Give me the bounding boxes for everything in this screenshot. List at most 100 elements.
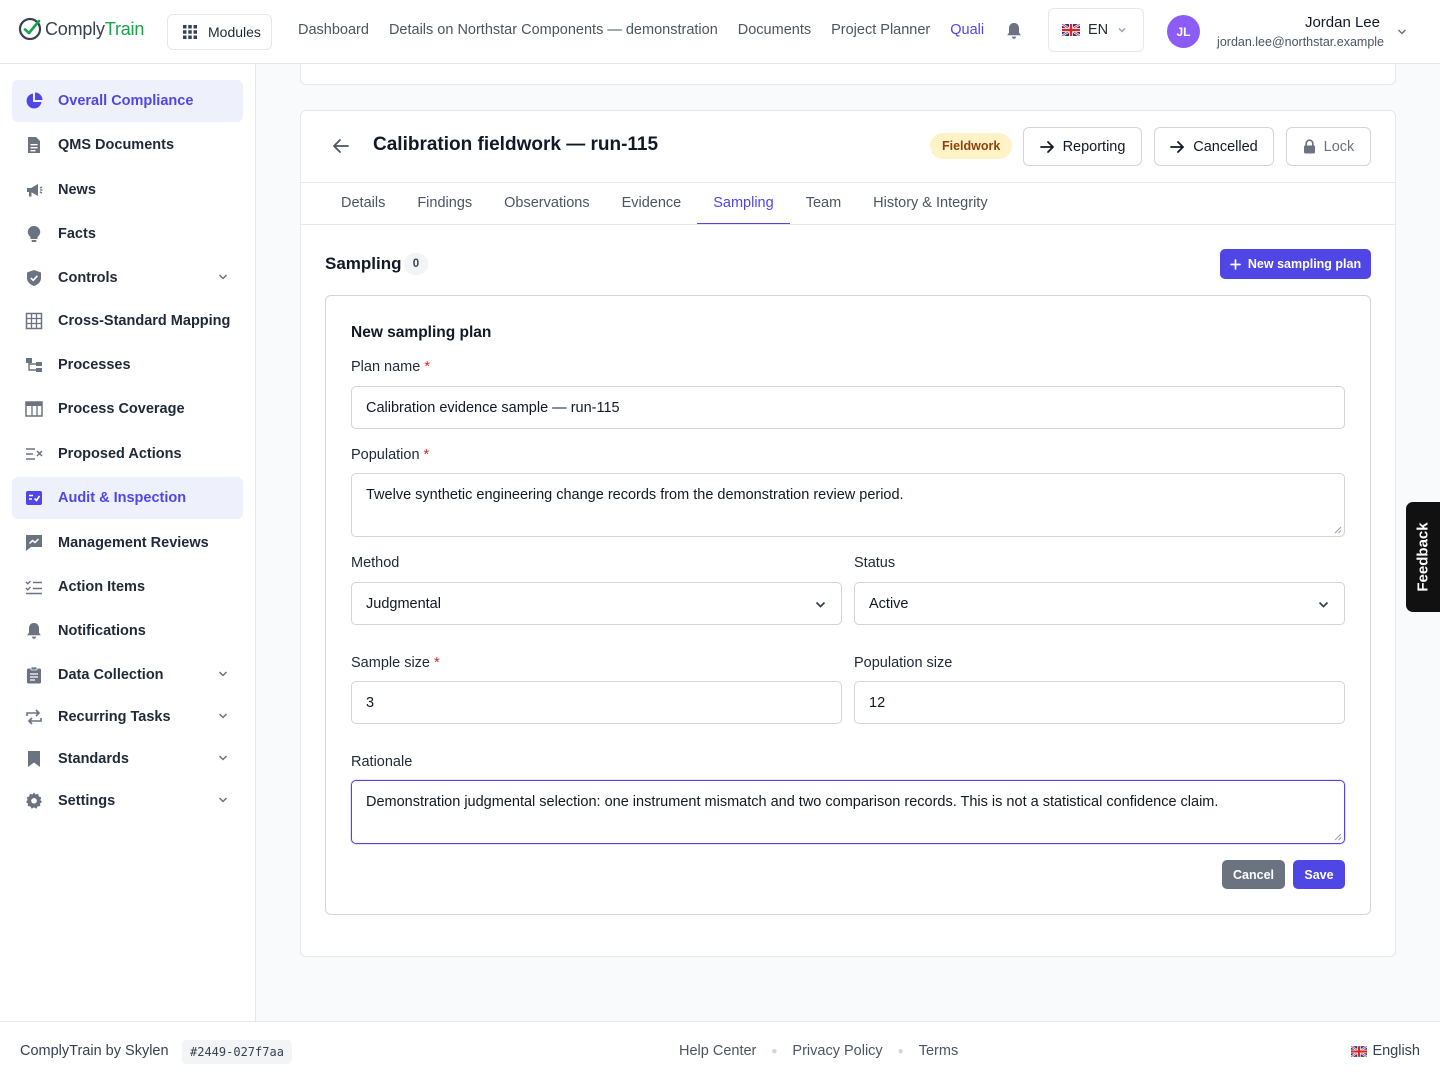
shield-check-icon bbox=[24, 268, 44, 288]
tab-details[interactable]: Details bbox=[325, 183, 401, 225]
lock-label: Lock bbox=[1323, 138, 1355, 155]
sidebar-item-audit-inspection[interactable]: Audit & Inspection bbox=[12, 477, 243, 519]
logo-text: ComplyTrain bbox=[45, 18, 145, 39]
tab-history-integrity[interactable]: History & Integrity bbox=[857, 183, 1003, 225]
sidebar-item-data-collection[interactable]: Data Collection bbox=[12, 654, 243, 696]
gear-icon bbox=[24, 791, 44, 811]
separator-dot: ● bbox=[771, 1045, 778, 1057]
feedback-tab[interactable]: Feedback bbox=[1406, 502, 1440, 612]
resize-grip-icon[interactable] bbox=[1333, 525, 1342, 534]
plan-name-input[interactable]: Calibration evidence sample — run-115 bbox=[351, 386, 1345, 429]
uk-flag-icon bbox=[1062, 24, 1080, 36]
feedback-label: Feedback bbox=[1414, 522, 1432, 592]
nav-link-documents[interactable]: Documents bbox=[738, 22, 811, 38]
sidebar-item-controls[interactable]: Controls bbox=[12, 257, 243, 299]
method-select[interactable]: Judgmental bbox=[351, 582, 842, 625]
grid-icon bbox=[24, 311, 44, 331]
user-name[interactable]: Jordan Lee bbox=[1305, 14, 1380, 31]
avatar[interactable]: JL bbox=[1167, 15, 1200, 48]
lock-button[interactable]: Lock bbox=[1286, 127, 1371, 166]
cancel-button[interactable]: Cancel bbox=[1222, 860, 1285, 889]
sidebar-item-label: Process Coverage bbox=[58, 401, 185, 417]
user-menu-chevron-icon[interactable] bbox=[1396, 26, 1408, 38]
save-button[interactable]: Save bbox=[1293, 860, 1345, 889]
footer-link-help-center[interactable]: Help Center bbox=[679, 1043, 756, 1059]
sidebar-item-label: Data Collection bbox=[58, 667, 164, 683]
tab-observations[interactable]: Observations bbox=[488, 183, 605, 225]
sidebar-item-label: Cross-Standard Mapping bbox=[58, 313, 231, 329]
sidebar-item-standards[interactable]: Standards bbox=[12, 738, 243, 780]
population-textarea[interactable]: Twelve synthetic engineering change reco… bbox=[351, 473, 1345, 537]
footer-links: Help Center ● Privacy Policy ● Terms bbox=[679, 1043, 958, 1059]
sidebar-item-news[interactable]: News bbox=[12, 169, 243, 211]
sidebar-item-settings[interactable]: Settings bbox=[12, 780, 243, 822]
status-select[interactable]: Active bbox=[854, 582, 1345, 625]
tab-bar: Details Findings Observations Evidence S… bbox=[325, 183, 1004, 225]
move-to-cancelled-button[interactable]: Cancelled bbox=[1154, 127, 1274, 166]
sidebar-item-label: Processes bbox=[58, 357, 131, 373]
rationale-textarea[interactable]: Demonstration judgmental selection: one … bbox=[351, 780, 1345, 844]
method-value: Judgmental bbox=[366, 595, 441, 612]
logo[interactable]: ComplyTrain bbox=[18, 17, 144, 41]
rationale-value: Demonstration judgmental selection: one … bbox=[366, 794, 1219, 810]
tab-team[interactable]: Team bbox=[790, 183, 857, 225]
nav-link-quali[interactable]: Quali bbox=[950, 22, 984, 38]
chevron-down-icon bbox=[218, 797, 228, 803]
status-value: Active bbox=[869, 595, 909, 612]
sidebar-item-qms-documents[interactable]: QMS Documents bbox=[12, 124, 243, 166]
chevron-down-icon bbox=[218, 755, 228, 761]
population-size-value: 12 bbox=[869, 694, 886, 711]
sidebar-item-processes[interactable]: Processes bbox=[12, 344, 243, 386]
language-selector[interactable]: EN bbox=[1048, 8, 1144, 52]
population-size-label: Population size bbox=[854, 655, 953, 671]
tab-evidence[interactable]: Evidence bbox=[606, 183, 698, 225]
nav-link-dashboard[interactable]: Dashboard bbox=[298, 22, 369, 38]
reporting-label: Reporting bbox=[1062, 138, 1126, 155]
sidebar-item-action-items[interactable]: Action Items bbox=[12, 566, 243, 608]
uk-flag-icon bbox=[1351, 1045, 1368, 1057]
sidebar-item-label: QMS Documents bbox=[58, 137, 175, 153]
sample-size-input[interactable]: 3 bbox=[351, 681, 842, 724]
pie-chart-icon bbox=[24, 91, 44, 111]
tabs-divider bbox=[301, 224, 1395, 225]
tab-sampling[interactable]: Sampling bbox=[697, 183, 790, 225]
lock-icon bbox=[1303, 139, 1315, 154]
sidebar-item-cross-standard-mapping[interactable]: Cross-Standard Mapping bbox=[12, 300, 243, 342]
new-sampling-plan-label: New sampling plan bbox=[1247, 257, 1362, 271]
cancelled-label: Cancelled bbox=[1193, 138, 1258, 155]
footer-language-label: English bbox=[1372, 1043, 1420, 1059]
sidebar-item-process-coverage[interactable]: Process Coverage bbox=[12, 388, 243, 430]
footer-link-terms[interactable]: Terms bbox=[919, 1043, 958, 1059]
sidebar-item-proposed-actions[interactable]: Proposed Actions bbox=[12, 433, 243, 475]
bell-icon bbox=[24, 621, 44, 641]
move-to-reporting-button[interactable]: Reporting bbox=[1023, 127, 1142, 166]
sidebar: Overall Compliance QMS Documents News Fa… bbox=[0, 64, 256, 1021]
checklist-icon bbox=[24, 577, 44, 597]
audit-check-icon bbox=[24, 488, 44, 508]
status-badge: Fieldwork bbox=[930, 133, 1013, 159]
modules-button[interactable]: Modules bbox=[167, 14, 272, 50]
sidebar-item-facts[interactable]: Facts bbox=[12, 213, 243, 255]
nav-link-project-planner[interactable]: Project Planner bbox=[831, 22, 930, 38]
tab-findings[interactable]: Findings bbox=[401, 183, 488, 225]
sidebar-item-label: Facts bbox=[58, 226, 96, 242]
sidebar-item-overall-compliance[interactable]: Overall Compliance bbox=[12, 80, 243, 122]
previous-card-edge bbox=[300, 64, 1396, 85]
sidebar-item-notifications[interactable]: Notifications bbox=[12, 610, 243, 652]
nav-link-details[interactable]: Details on Northstar Components — demons… bbox=[389, 22, 718, 38]
footer-link-privacy-policy[interactable]: Privacy Policy bbox=[792, 1043, 882, 1059]
new-sampling-plan-button[interactable]: New sampling plan bbox=[1220, 249, 1371, 279]
sidebar-item-recurring-tasks[interactable]: Recurring Tasks bbox=[12, 696, 243, 738]
build-hash: #2449-027f7aa bbox=[182, 1040, 292, 1064]
sidebar-item-management-reviews[interactable]: Management Reviews bbox=[12, 522, 243, 564]
population-value: Twelve synthetic engineering change reco… bbox=[366, 487, 904, 503]
top-links: Dashboard Details on Northstar Component… bbox=[298, 22, 984, 38]
back-arrow-icon[interactable] bbox=[331, 136, 351, 156]
section-title: Sampling bbox=[325, 254, 402, 273]
sidebar-item-label: News bbox=[58, 182, 96, 198]
notifications-bell-icon[interactable] bbox=[1006, 22, 1022, 40]
population-size-input[interactable]: 12 bbox=[854, 681, 1345, 724]
footer-language-selector[interactable]: English bbox=[1351, 1043, 1420, 1059]
resize-grip-icon[interactable] bbox=[1333, 832, 1342, 841]
chevron-down-icon bbox=[218, 671, 228, 677]
